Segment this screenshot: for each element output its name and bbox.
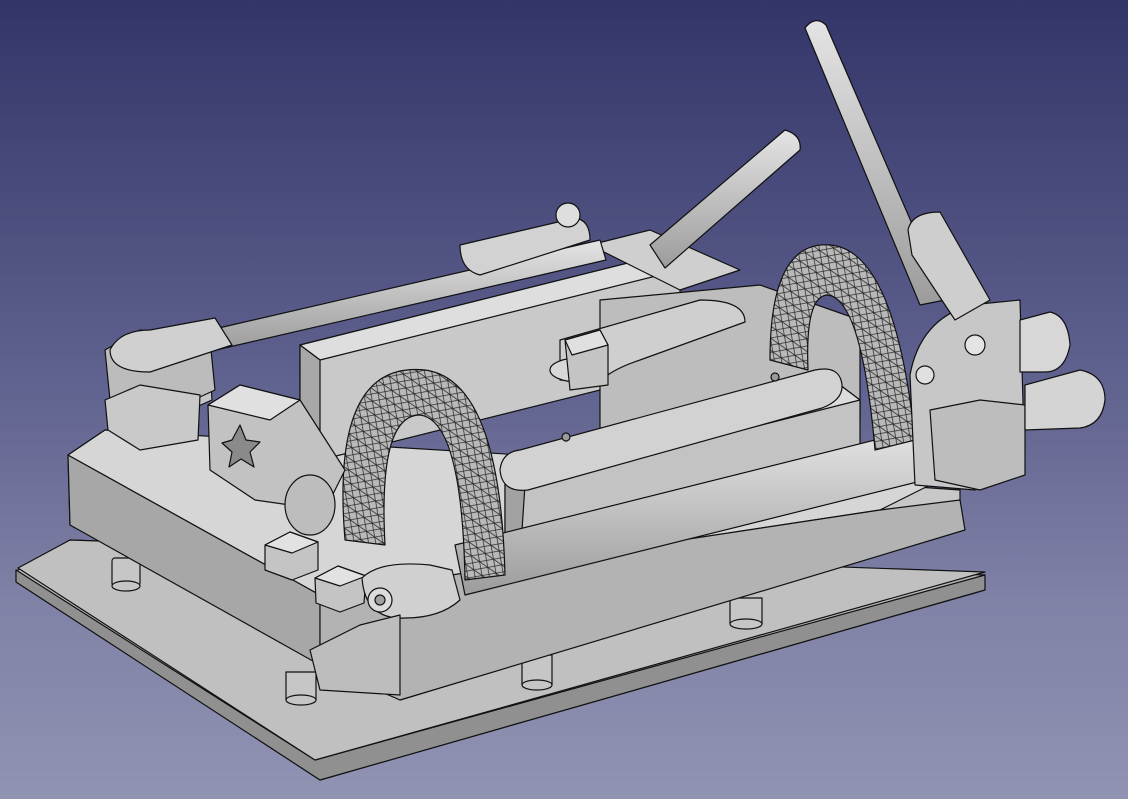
right-hinge[interactable] <box>909 299 1026 491</box>
right-cylinders[interactable] <box>1019 311 1106 431</box>
3d-viewport[interactable] <box>0 0 1128 799</box>
upright-rod-left[interactable] <box>649 129 801 269</box>
model-scene[interactable] <box>0 0 1128 799</box>
